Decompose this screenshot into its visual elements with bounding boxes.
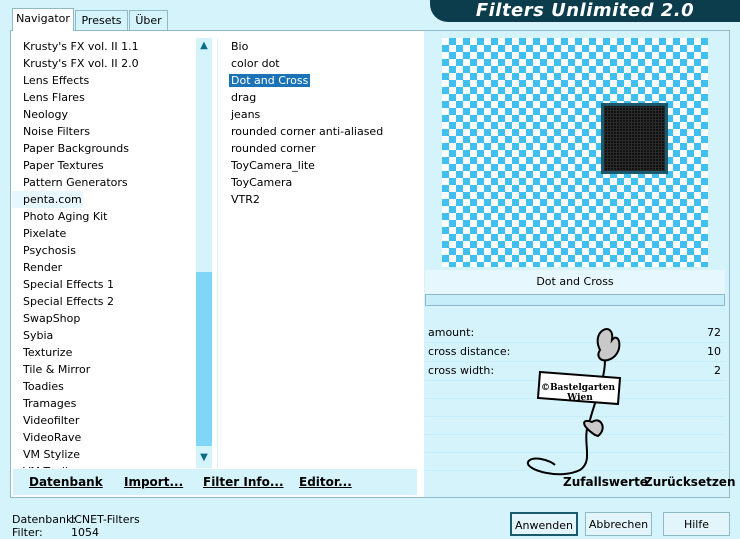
reset-button[interactable]: Zurücksetzen [644,472,735,492]
apply-button[interactable]: Anwenden [510,512,578,536]
watermark-line2: Wien [566,393,593,403]
category-item[interactable]: Paper Backgrounds [12,140,192,157]
filter-item[interactable]: jeans [220,106,415,123]
category-item[interactable]: Special Effects 2 [12,293,192,310]
category-item[interactable]: Sybia [12,327,192,344]
filter-count-label: Filter: [12,526,43,539]
import-button[interactable]: Import... [124,472,183,492]
category-item[interactable]: Render [12,259,192,276]
category-item[interactable]: Krusty's FX vol. II 1.1 [12,38,192,55]
category-item[interactable]: Pattern Generators [12,174,192,191]
category-item[interactable]: Pixelate [12,225,192,242]
category-item[interactable]: Photo Aging Kit [12,208,192,225]
random-values-button[interactable]: Zufallswerte [563,472,648,492]
category-item[interactable]: Tile & Mirror [12,361,192,378]
tab-navigator[interactable]: Navigator [12,8,74,31]
category-item[interactable]: Neology [12,106,192,123]
category-item[interactable]: Videofilter [12,412,192,429]
category-item[interactable]: Psychosis [12,242,192,259]
filter-item[interactable]: Bio [220,38,415,55]
filter-item[interactable]: rounded corner [220,140,415,157]
scroll-thumb[interactable] [196,272,212,446]
filter-item[interactable]: ToyCamera [220,174,415,191]
database-label: Datenbank: [12,513,77,526]
app-banner: Filters Unlimited 2.0 [430,0,740,22]
filter-item[interactable]: color dot [220,55,415,72]
parameter-value: 2 [714,364,721,377]
parameter-value: 72 [707,326,721,339]
filter-item[interactable]: drag [220,89,415,106]
filter-item[interactable]: rounded corner anti-aliased [220,123,415,140]
filter-item-label: rounded corner [231,142,316,155]
category-item[interactable]: Paper Textures [12,157,192,174]
filter-item-label: Dot and Cross [229,74,311,87]
filter-item-label: VTR2 [231,193,260,206]
filter-item-label: Bio [231,40,249,53]
category-item[interactable]: Lens Flares [12,89,192,106]
cancel-button[interactable]: Abbrechen [585,512,652,536]
filter-item-label: jeans [231,108,261,121]
watermark-line1: ©Bastelgarten [541,383,616,393]
category-scrollbar[interactable]: ▲ ▼ [196,38,212,468]
filter-item[interactable]: Dot and Cross [220,72,415,89]
category-item[interactable]: VM Stylize [12,446,192,463]
filter-item-label: ToyCamera_lite [231,159,315,172]
category-item[interactable]: VideoRave [12,429,192,446]
preview-image [601,103,668,174]
help-button[interactable]: Hilfe [663,512,730,536]
filter-item[interactable]: ToyCamera_lite [220,157,415,174]
selected-filter-name: Dot and Cross [425,270,725,294]
category-item[interactable]: penta.com [12,191,83,208]
category-item[interactable]: SwapShop [12,310,192,327]
tab-about[interactable]: Über [129,10,168,30]
category-item[interactable]: Special Effects 1 [12,276,192,293]
divider [217,38,218,468]
scroll-up-icon[interactable]: ▲ [196,38,212,54]
filter-item[interactable]: VTR2 [220,191,415,208]
filter-progress-bar [425,294,725,306]
filter-info-button[interactable]: Filter Info... [203,472,284,492]
category-item[interactable]: Noise Filters [12,123,192,140]
category-item[interactable]: Toadies [12,378,192,395]
parameter-label: cross distance: [428,345,511,358]
watermark-logo: ©Bastelgarten Wien [526,328,622,476]
category-item[interactable]: VM Toolbox [12,463,192,468]
editor-button[interactable]: Editor... [299,472,352,492]
category-item[interactable]: Texturize [12,344,192,361]
filter-count-value: 1054 [71,526,99,539]
filter-preview [442,38,708,267]
category-item[interactable]: Tramages [12,395,192,412]
database-value: ICNET-Filters [71,513,140,526]
parameter-value: 10 [707,345,721,358]
filter-item-label: ToyCamera [231,176,293,189]
tab-presets[interactable]: Presets [75,10,128,30]
filter-item-label: color dot [231,57,280,70]
datenbank-button[interactable]: Datenbank [29,472,103,492]
category-item[interactable]: Lens Effects [12,72,192,89]
category-list[interactable]: Krusty's FX vol. II 1.1 Krusty's FX vol. … [12,38,192,468]
parameter-label: cross width: [428,364,495,377]
filter-item-label: rounded corner anti-aliased [231,125,384,138]
parameter-label: amount: [428,326,475,339]
filter-item-label: drag [231,91,257,104]
scroll-down-icon[interactable]: ▼ [196,450,212,466]
filter-list[interactable]: Bio color dot Dot and Cross drag jeans rounde… [220,38,415,208]
category-item[interactable]: Krusty's FX vol. II 2.0 [12,55,192,72]
